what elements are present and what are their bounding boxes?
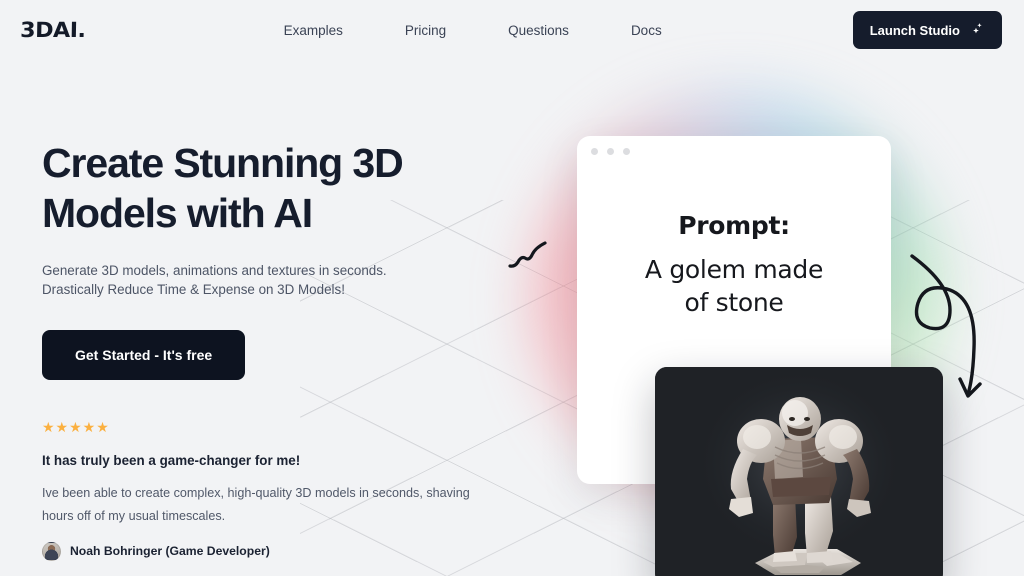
prompt-label: Prompt: (678, 211, 790, 240)
hero-section: Create Stunning 3D Models with AI Genera… (42, 138, 512, 561)
stone-golem-illustration (655, 367, 943, 576)
headline-line-1: Create Stunning 3D (42, 140, 404, 186)
sparkle-icon (972, 22, 985, 38)
subtext-line-1: Generate 3D models, animations and textu… (42, 263, 387, 279)
author-name: Noah Bohringer (Game Developer) (70, 544, 270, 558)
window-dot-1 (591, 148, 598, 155)
launch-studio-label: Launch Studio (869, 22, 960, 38)
prompt-body: Prompt: A golem made of stone (577, 167, 891, 319)
window-dot-2 (607, 148, 614, 155)
nav-link-questions[interactable]: Questions (508, 23, 569, 38)
hero-subtext: Generate 3D models, animations and textu… (42, 261, 512, 300)
site-header: 3DAI. Examples Pricing Questions Docs La… (0, 0, 1024, 60)
nav-link-docs[interactable]: Docs (631, 23, 662, 38)
window-control-dots (577, 136, 891, 167)
prompt-text-line-1: A golem made (644, 255, 824, 284)
nav-link-examples[interactable]: Examples (284, 23, 343, 38)
window-dot-3 (623, 148, 630, 155)
get-started-button[interactable]: Get Started - It's free (42, 329, 246, 380)
headline-line-2: Models with AI (42, 190, 313, 237)
golem-head (779, 397, 821, 441)
golem-render-panel (655, 367, 943, 576)
prompt-text-line-2: of stone (684, 288, 784, 317)
testimonial-body: Ive been able to create complex, high-qu… (42, 485, 470, 524)
subtext-line-2: Drastically Reduce Time & Expense on 3D … (42, 282, 345, 298)
testimonial-title: It has truly been a game-changer for me! (42, 452, 301, 468)
page-title: Create Stunning 3D Models with AI (42, 138, 512, 238)
main-navigation: Examples Pricing Questions Docs (284, 23, 662, 38)
testimonial-block: ★★★★★ It has truly been a game-changer f… (42, 420, 512, 561)
testimonial-author: Noah Bohringer (Game Developer) (42, 541, 512, 561)
nav-link-pricing[interactable]: Pricing (405, 23, 446, 38)
avatar (42, 541, 61, 561)
star-rating: ★★★★★ (42, 418, 110, 435)
squiggle-doodle-icon (505, 236, 551, 277)
prompt-text: A golem made of stone (603, 253, 865, 319)
launch-studio-button[interactable]: Launch Studio (852, 11, 1002, 49)
brand-logo[interactable]: 3DAI. (20, 18, 86, 42)
